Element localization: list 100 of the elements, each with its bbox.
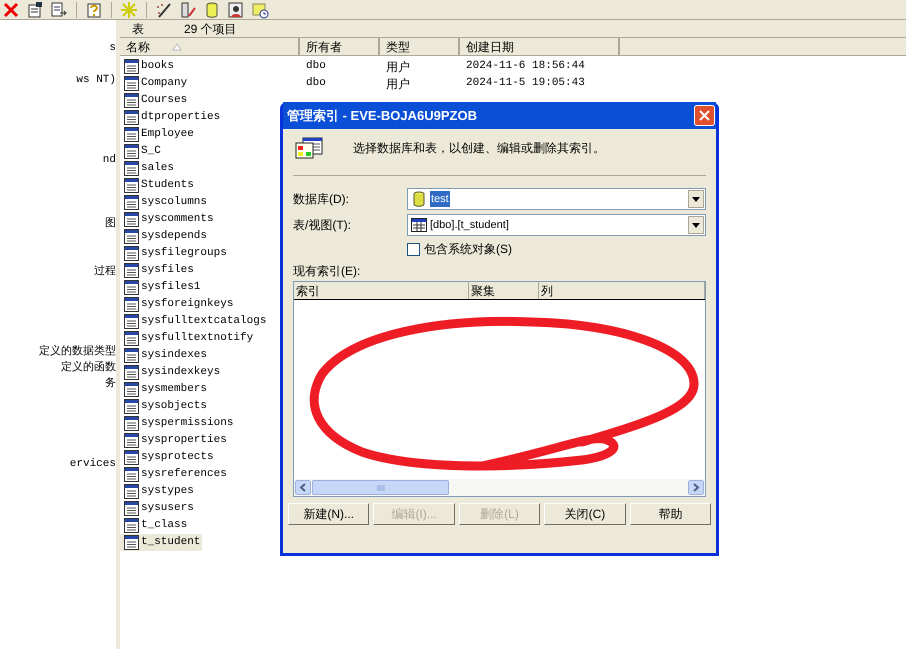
table-row-name[interactable]: books bbox=[120, 58, 176, 75]
table-cell-text: 用户 bbox=[385, 58, 411, 76]
column-label: 类型 bbox=[386, 38, 410, 56]
tree-item[interactable]: 定义的数据类型 bbox=[39, 344, 116, 360]
table-row-name[interactable]: sales bbox=[120, 160, 176, 177]
horizontal-scrollbar[interactable] bbox=[294, 479, 705, 496]
table-icon bbox=[124, 535, 139, 550]
table-name: sysfiles bbox=[141, 263, 194, 278]
table-row-name[interactable]: syscolumns bbox=[120, 194, 210, 211]
help-icon[interactable] bbox=[85, 0, 103, 18]
table-name: sysforeignkeys bbox=[141, 297, 234, 312]
tree-item[interactable]: nd bbox=[102, 152, 116, 168]
table-name: sysfiles1 bbox=[141, 280, 200, 296]
column-header[interactable]: 所有者 bbox=[300, 38, 380, 56]
tree-item[interactable]: 过程 bbox=[94, 264, 116, 280]
table-row-name[interactable]: sysfulltextcatalogs bbox=[120, 313, 268, 330]
column-header[interactable]: 创建日期 bbox=[460, 38, 620, 56]
column-header[interactable]: 名称 bbox=[120, 38, 300, 56]
table-name: t_student bbox=[141, 535, 200, 550]
table-row-name[interactable]: sysindexkeys bbox=[120, 364, 222, 381]
dialog-button[interactable]: 新建(N)... bbox=[288, 503, 370, 525]
column-label: 所有者 bbox=[306, 38, 342, 56]
table-row-name[interactable]: sysfulltextnotify bbox=[120, 330, 256, 347]
table-name: syscomments bbox=[141, 212, 214, 228]
table-name: Employee bbox=[141, 127, 194, 142]
column-header[interactable]: 列 bbox=[539, 282, 705, 299]
table-row-name[interactable]: sysmembers bbox=[120, 381, 210, 398]
table-row-name[interactable]: sysprotects bbox=[120, 449, 216, 466]
table-row-name[interactable]: syspermissions bbox=[120, 415, 236, 432]
table-name: sysusers bbox=[141, 501, 194, 516]
table-row-name[interactable]: Employee bbox=[120, 126, 196, 143]
table-row-name[interactable]: Courses bbox=[120, 92, 190, 109]
user-icon[interactable] bbox=[227, 0, 245, 18]
caret-icon bbox=[692, 196, 700, 202]
properties-icon[interactable] bbox=[26, 0, 44, 18]
checkbox[interactable] bbox=[407, 242, 420, 256]
table-icon bbox=[124, 416, 139, 431]
tree-item[interactable]: ws NT) bbox=[76, 72, 116, 88]
scroll-left-icon[interactable] bbox=[295, 480, 311, 495]
table-row-name[interactable]: sysreferences bbox=[120, 466, 229, 483]
dialog-button[interactable]: 关闭(C) bbox=[544, 503, 626, 525]
table-row-name[interactable]: sysusers bbox=[120, 500, 196, 517]
dropdown-field[interactable]: test bbox=[407, 188, 706, 210]
table-row-name[interactable]: Company bbox=[120, 75, 190, 92]
table-row-name[interactable]: sysobjects bbox=[120, 398, 210, 415]
star-burst-icon[interactable] bbox=[120, 0, 138, 18]
table-icon bbox=[124, 501, 139, 516]
table-row-name[interactable]: sysfiles1 bbox=[120, 279, 202, 296]
tree-item[interactable]: ervices bbox=[70, 456, 116, 472]
sort-ascending-icon bbox=[172, 42, 182, 50]
table-row-name[interactable]: sysfiles bbox=[120, 262, 196, 279]
tree-item[interactable]: 图 bbox=[105, 216, 116, 232]
tree-item[interactable]: 务 bbox=[105, 376, 116, 392]
column-header[interactable]: 类型 bbox=[380, 38, 460, 56]
table-icon bbox=[124, 178, 139, 193]
dropdown-field[interactable]: [dbo].[t_student] bbox=[407, 214, 706, 236]
dropdown-arrow-button[interactable] bbox=[688, 216, 704, 234]
table-name: sysfilegroups bbox=[141, 246, 227, 262]
table-name: syspermissions bbox=[141, 416, 234, 432]
scroll-right-icon[interactable] bbox=[688, 480, 704, 495]
tree-item[interactable]: s bbox=[109, 40, 116, 56]
field-value: test bbox=[430, 190, 450, 208]
table-icon bbox=[124, 348, 139, 363]
export-list-icon[interactable] bbox=[50, 0, 68, 18]
edit-icon[interactable] bbox=[179, 0, 197, 18]
table-name: sysindexes bbox=[141, 348, 208, 364]
column-header[interactable]: 聚集 bbox=[469, 282, 539, 299]
table-icon bbox=[124, 484, 139, 499]
tree-item[interactable]: 定义的函数 bbox=[61, 360, 116, 376]
table-icon bbox=[124, 331, 139, 346]
table-row-name[interactable]: sysforeignkeys bbox=[120, 296, 236, 313]
wand-icon[interactable] bbox=[155, 0, 173, 18]
dropdown-arrow-button[interactable] bbox=[688, 190, 704, 208]
table-row-name[interactable]: sysproperties bbox=[120, 432, 229, 449]
schedule-icon[interactable] bbox=[251, 0, 269, 18]
checkbox-label: 包含系统对象(S) bbox=[424, 241, 512, 258]
close-button[interactable] bbox=[694, 105, 715, 126]
table-icon bbox=[124, 246, 139, 261]
table-row-name[interactable]: syscomments bbox=[120, 211, 216, 228]
table-row-name[interactable]: Students bbox=[120, 177, 196, 194]
table-icon bbox=[124, 263, 139, 278]
dialog-button[interactable]: 帮助 bbox=[630, 503, 712, 525]
table-name: sales bbox=[141, 161, 174, 176]
table-icon bbox=[124, 365, 139, 380]
table-cell-text: dbo bbox=[305, 76, 327, 92]
table-icon bbox=[124, 518, 139, 533]
table-row-name[interactable]: sysdepends bbox=[120, 228, 210, 245]
table-row-name[interactable]: dtproperties bbox=[120, 109, 222, 126]
table-row-name[interactable]: t_class bbox=[120, 517, 190, 534]
table-row-name[interactable]: sysfilegroups bbox=[120, 245, 229, 262]
table-row-name[interactable]: sysindexes bbox=[120, 347, 210, 364]
grip-icon bbox=[376, 484, 384, 490]
table-icon bbox=[124, 161, 139, 176]
table-row-name[interactable]: S_C bbox=[120, 143, 163, 160]
scrollbar-thumb[interactable] bbox=[312, 480, 449, 495]
column-header[interactable]: 索引 bbox=[294, 282, 469, 299]
delete-icon[interactable] bbox=[2, 0, 20, 18]
table-row-name[interactable]: t_student bbox=[120, 534, 202, 551]
table-row-name[interactable]: systypes bbox=[120, 483, 196, 500]
table-name: sysobjects bbox=[141, 399, 208, 414]
